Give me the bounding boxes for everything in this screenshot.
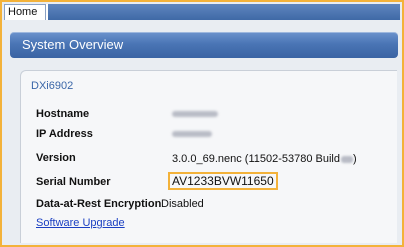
encryption-row: Data-at-Rest Encryption	[36, 196, 161, 212]
version-text: 3.0.0_69.nenc (11502-53780 Build	[172, 153, 340, 165]
hostname-label: Hostname	[36, 108, 90, 120]
version-label: Version	[36, 152, 76, 164]
device-name: DXi6902	[31, 80, 74, 92]
version-value: 3.0.0_69.nenc (11502-53780 Build)	[172, 151, 357, 167]
hostname-value	[172, 106, 218, 122]
encryption-label: Data-at-Rest Encryption	[36, 198, 162, 210]
serial-label: Serial Number	[36, 176, 111, 188]
redacted-build	[341, 155, 353, 163]
serial-value: AV1233BVW11650	[172, 174, 274, 188]
ip-row: IP Address	[36, 126, 93, 142]
ip-label: IP Address	[36, 128, 93, 140]
tab-separator	[46, 4, 48, 20]
tab-home-label: Home	[8, 6, 38, 18]
section-title: System Overview	[22, 37, 124, 52]
encryption-value: Disabled	[161, 198, 204, 210]
ip-value	[172, 126, 212, 142]
tab-home[interactable]: Home	[4, 4, 46, 20]
serial-row: Serial Number	[36, 174, 111, 190]
hostname-row: Hostname	[36, 106, 89, 122]
version-suffix: )	[353, 153, 357, 165]
tab-strip: Home	[4, 4, 400, 20]
software-upgrade-link[interactable]: Software Upgrade	[36, 217, 125, 229]
redacted-hostname	[172, 111, 218, 118]
version-row: Version	[36, 150, 76, 166]
redacted-ip	[172, 131, 212, 138]
